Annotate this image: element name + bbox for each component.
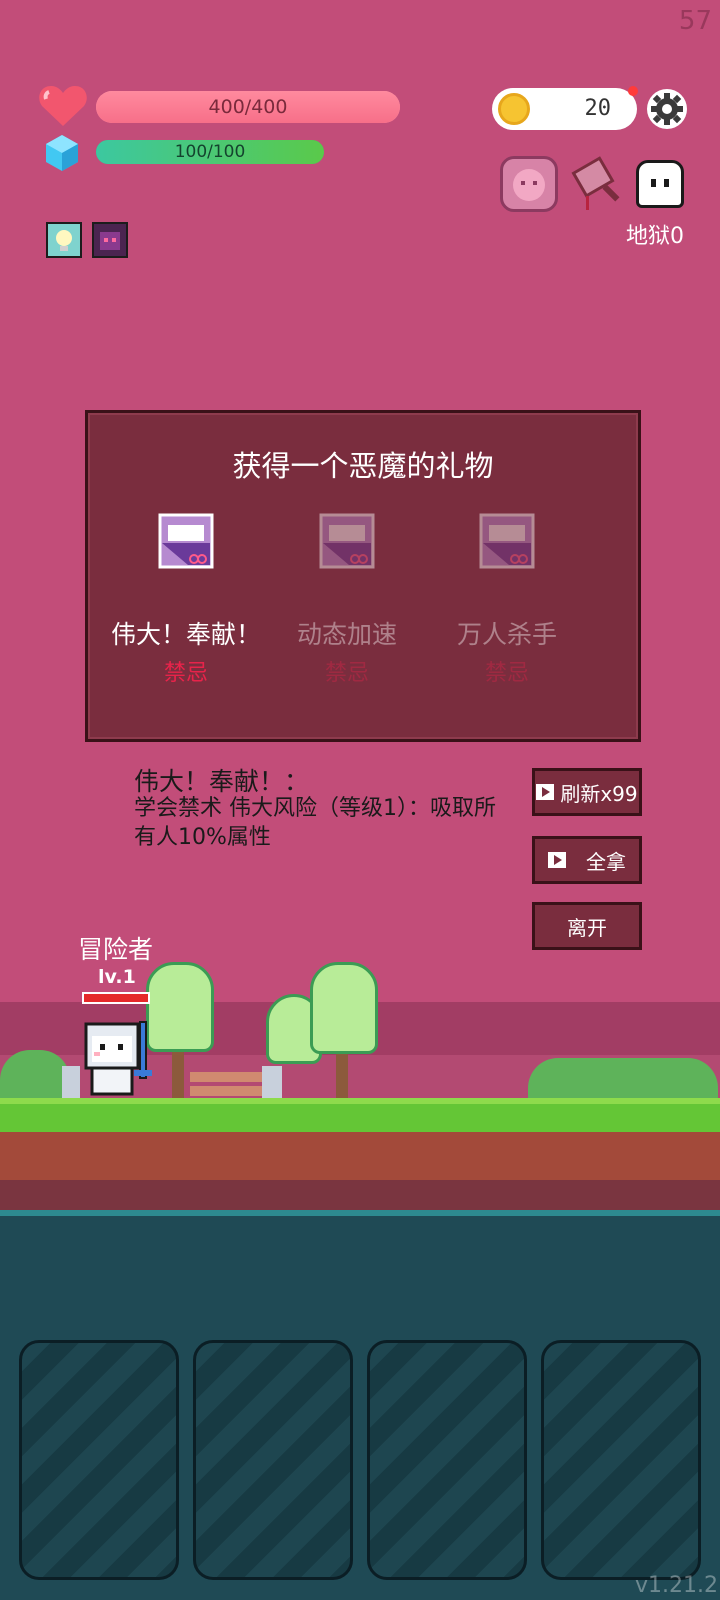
- gift-description-body: 学会禁术 伟大风险（等级1）：吸取所有人10%属性: [134, 796, 496, 850]
- inventory-slot[interactable]: [367, 1340, 527, 1580]
- inventory-slot[interactable]: [19, 1340, 179, 1580]
- tombstone: [262, 1066, 282, 1098]
- ground-dirt: [0, 1132, 720, 1180]
- coin-counter[interactable]: 20: [492, 88, 637, 130]
- hero-hp-bar: [82, 992, 150, 1004]
- version-label: v1.21.2: [635, 1573, 718, 1598]
- gem-icon: [46, 135, 78, 171]
- gear-icon[interactable]: [646, 88, 688, 130]
- hero-name: 冒险者: [78, 935, 154, 964]
- gift-card-icon: [479, 513, 535, 569]
- refresh-button[interactable]: 刷新x99: [532, 768, 642, 816]
- gift-option-1[interactable]: 伟大！奉献！ 禁忌: [107, 513, 265, 687]
- demon-girl-portrait-icon[interactable]: [500, 156, 558, 212]
- inventory-slot[interactable]: [193, 1340, 353, 1580]
- gift-name: 伟大！奉献！: [110, 620, 261, 649]
- gift-state: 禁忌: [324, 661, 369, 686]
- fps-counter: 57: [678, 6, 712, 36]
- water-surface: [0, 1210, 720, 1216]
- gift-name: 动态加速: [296, 620, 397, 649]
- demon-buff-icon[interactable]: [92, 222, 128, 258]
- heart-icon: [39, 86, 87, 126]
- gift-card-icon: [158, 513, 214, 569]
- gift-option-3[interactable]: 万人杀手 禁忌: [428, 513, 586, 687]
- hp-text: 400/400: [208, 96, 288, 118]
- cleaver-icon[interactable]: [568, 156, 624, 214]
- dialog-title: 获得一个恶魔的礼物: [232, 449, 494, 483]
- hero-level: lv.1: [98, 966, 136, 988]
- leave-label: 离开: [567, 915, 607, 940]
- notification-dot: [628, 86, 638, 96]
- bush: [0, 1050, 70, 1100]
- video-ad-icon: [548, 852, 566, 868]
- gift-description-title: 伟大！奉献！：: [134, 767, 310, 796]
- mp-text: 100/100: [174, 142, 246, 162]
- lightbulb-buff-icon[interactable]: [46, 222, 82, 258]
- ground-dirt-dark: [0, 1180, 720, 1210]
- gift-state: 禁忌: [163, 661, 208, 686]
- hp-bar: 400/400: [96, 91, 400, 123]
- coin-value: 20: [584, 96, 612, 121]
- tree: [310, 962, 378, 1054]
- gift-option-2[interactable]: 动态加速 禁忌: [268, 513, 426, 687]
- inventory-slot[interactable]: [541, 1340, 701, 1580]
- leave-button[interactable]: 离开: [532, 902, 642, 950]
- tree-trunk: [336, 1050, 348, 1100]
- gift-state: 禁忌: [484, 661, 529, 686]
- gift-name: 万人杀手: [456, 620, 557, 649]
- tombstone: [62, 1066, 80, 1098]
- hell-level-label: 地狱0: [626, 224, 684, 249]
- demon-gift-dialog: 获得一个恶魔的礼物 伟大！奉献！ 禁忌 动态加速 禁忌 万人杀手 禁忌: [85, 410, 641, 742]
- take-all-button[interactable]: 全拿: [532, 836, 642, 884]
- take-all-label: 全拿: [586, 849, 626, 874]
- refresh-label: 刷新x99: [560, 781, 638, 806]
- ghost-icon[interactable]: [636, 160, 684, 208]
- knight-cat-hero[interactable]: [82, 1018, 156, 1098]
- bush: [528, 1058, 718, 1100]
- ground-grass: [0, 1098, 720, 1132]
- tree: [146, 962, 214, 1052]
- mp-bar: 100/100: [96, 140, 324, 164]
- gift-card-icon: [319, 513, 375, 569]
- coin-icon: [498, 93, 530, 125]
- video-ad-icon: [536, 784, 555, 800]
